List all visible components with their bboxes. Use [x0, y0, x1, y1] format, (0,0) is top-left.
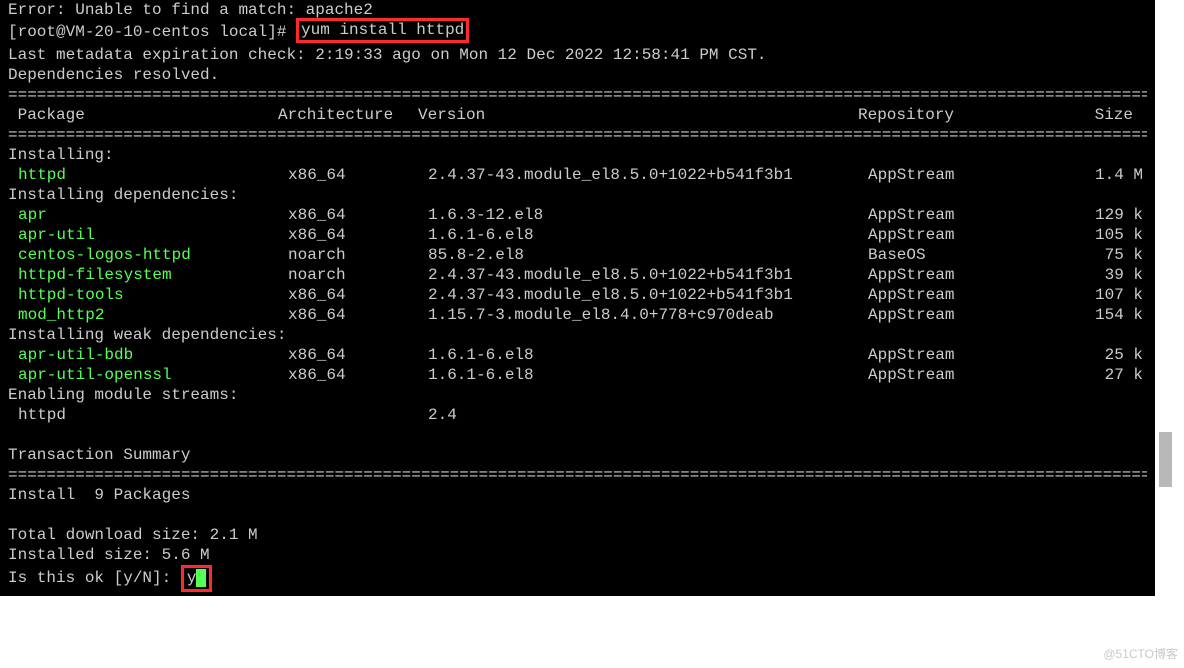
header-arch: Architecture [278, 105, 418, 125]
prompt-line: [root@VM-20-10-centos local]# yum instal… [8, 20, 1147, 45]
pkg-repo: AppStream [868, 305, 1053, 325]
pkg-arch: x86_64 [288, 365, 428, 385]
pkg-arch: x86_64 [288, 225, 428, 245]
pkg-name: apr-util-bdb [8, 345, 288, 365]
pkg-name: apr-util-openssl [8, 365, 288, 385]
confirm-line: Is this ok [y/N]: y [8, 565, 1147, 592]
confirm-input[interactable]: y [187, 569, 197, 587]
pkg-ver: 2.4.37-43.module_el8.5.0+1022+b541f3b1 [428, 265, 868, 285]
separator: ========================================… [8, 85, 1147, 105]
pkg-name: apr-util [8, 225, 288, 245]
table-row: centos-logos-httpdnoarch85.8-2.el8BaseOS… [8, 245, 1147, 265]
header-package: Package [8, 105, 278, 125]
pkg-name: httpd-tools [8, 285, 288, 305]
section-module: Enabling module streams: [8, 385, 1147, 405]
pkg-ver: 1.6.1-6.el8 [428, 365, 868, 385]
section-installing: Installing: [8, 145, 1147, 165]
table-row: apr-util-opensslx86_641.6.1-6.el8AppStre… [8, 365, 1147, 385]
deps-resolved-line: Dependencies resolved. [8, 65, 1147, 85]
pkg-ver: 2.4.37-43.module_el8.5.0+1022+b541f3b1 [428, 285, 868, 305]
pkg-name: apr [8, 205, 288, 225]
pkg-arch: x86_64 [288, 205, 428, 225]
pkg-repo: AppStream [868, 365, 1053, 385]
table-row: aprx86_641.6.3-12.el8AppStream129 k [8, 205, 1147, 225]
pkg-name: centos-logos-httpd [8, 245, 288, 265]
pkg-arch: x86_64 [288, 305, 428, 325]
pkg-name: httpd [8, 165, 288, 185]
pkg-repo: AppStream [868, 205, 1053, 225]
table-row: httpd-filesystemnoarch2.4.37-43.module_e… [8, 265, 1147, 285]
pkg-repo: AppStream [868, 165, 1053, 185]
pkg-ver: 1.6.1-6.el8 [428, 225, 868, 245]
header-repo: Repository [858, 105, 1043, 125]
blank-line [8, 505, 1147, 525]
pkg-ver: 1.15.7-3.module_el8.4.0+778+c970deab [428, 305, 868, 325]
table-row: httpd x86_64 2.4.37-43.module_el8.5.0+10… [8, 165, 1147, 185]
watermark: @51CTO博客 [1103, 647, 1178, 662]
pkg-size: 75 k [1053, 245, 1143, 265]
pkg-size: 105 k [1053, 225, 1143, 245]
pkg-repo [868, 405, 1053, 425]
pkg-arch [288, 405, 428, 425]
table-row: apr-util-bdbx86_641.6.1-6.el8AppStream25… [8, 345, 1147, 365]
pkg-repo: AppStream [868, 345, 1053, 365]
pkg-arch: x86_64 [288, 165, 428, 185]
table-header: Package Architecture Version Repository … [8, 105, 1147, 125]
header-version: Version [418, 105, 858, 125]
pkg-size: 107 k [1053, 285, 1143, 305]
pkg-size: 154 k [1053, 305, 1143, 325]
table-row: mod_http2x86_641.15.7-3.module_el8.4.0+7… [8, 305, 1147, 325]
pkg-arch: x86_64 [288, 285, 428, 305]
section-deps: Installing dependencies: [8, 185, 1147, 205]
pkg-size: 25 k [1053, 345, 1143, 365]
transaction-summary: Transaction Summary [8, 445, 1147, 465]
command-text: yum install httpd [301, 21, 464, 39]
pkg-repo: AppStream [868, 225, 1053, 245]
pkg-repo: AppStream [868, 265, 1053, 285]
pkg-size: 27 k [1053, 365, 1143, 385]
terminal-window[interactable]: Error: Unable to find a match: apache2 [… [0, 0, 1155, 596]
pkg-size: 129 k [1053, 205, 1143, 225]
pkg-ver: 1.6.1-6.el8 [428, 345, 868, 365]
table-row: apr-utilx86_641.6.1-6.el8AppStream105 k [8, 225, 1147, 245]
input-highlight: y [181, 565, 213, 592]
pkg-ver: 2.4.37-43.module_el8.5.0+1022+b541f3b1 [428, 165, 868, 185]
pkg-ver: 85.8-2.el8 [428, 245, 868, 265]
pkg-size: 39 k [1053, 265, 1143, 285]
command-highlight: yum install httpd [296, 18, 469, 43]
error-line: Error: Unable to find a match: apache2 [8, 0, 1147, 20]
pkg-arch: x86_64 [288, 345, 428, 365]
separator: ========================================… [8, 125, 1147, 145]
installed-size: Installed size: 5.6 M [8, 545, 1147, 565]
shell-prompt: [root@VM-20-10-centos local]# [8, 23, 296, 41]
blank-line [8, 425, 1147, 445]
metadata-line: Last metadata expiration check: 2:19:33 … [8, 45, 1147, 65]
pkg-ver: 1.6.3-12.el8 [428, 205, 868, 225]
pkg-size [1053, 405, 1143, 425]
pkg-repo: BaseOS [868, 245, 1053, 265]
pkg-arch: noarch [288, 265, 428, 285]
table-row: httpd 2.4 [8, 405, 1147, 425]
pkg-arch: noarch [288, 245, 428, 265]
table-row: httpd-toolsx86_642.4.37-43.module_el8.5.… [8, 285, 1147, 305]
pkg-name: mod_http2 [8, 305, 288, 325]
pkg-size: 1.4 M [1053, 165, 1143, 185]
pkg-repo: AppStream [868, 285, 1053, 305]
cursor [196, 569, 206, 587]
confirm-text: Is this ok [y/N]: [8, 569, 181, 587]
header-size: Size [1043, 105, 1133, 125]
separator: ========================================… [8, 465, 1147, 485]
section-weak: Installing weak dependencies: [8, 325, 1147, 345]
download-size: Total download size: 2.1 M [8, 525, 1147, 545]
scrollbar-thumb[interactable] [1159, 432, 1172, 487]
pkg-ver: 2.4 [428, 405, 868, 425]
pkg-name: httpd-filesystem [8, 265, 288, 285]
pkg-name: httpd [8, 405, 288, 425]
install-count: Install 9 Packages [8, 485, 1147, 505]
